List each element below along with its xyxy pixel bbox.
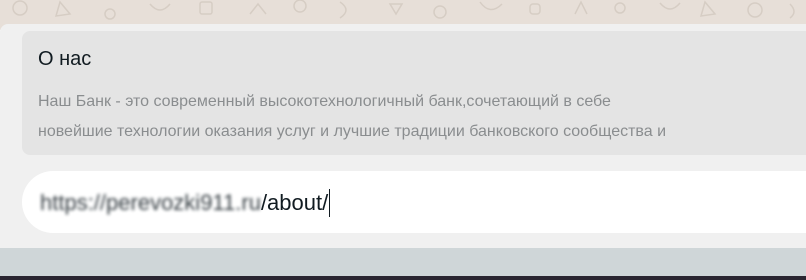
link-preview-card[interactable]: О нас Наш Банк - это современный высокот… bbox=[22, 31, 806, 155]
link-preview-description: Наш Банк - это современный высокотехноло… bbox=[38, 87, 778, 147]
message-input[interactable]: https://perevozki911.ru/about/ bbox=[22, 171, 806, 233]
message-input-value[interactable]: https://perevozki911.ru/about/ bbox=[40, 189, 331, 217]
text-caret bbox=[329, 189, 331, 217]
obscured-url-part: https://perevozki911.ru bbox=[40, 190, 261, 215]
link-preview-description-line: новейшие технологии оказания услуг и луч… bbox=[38, 123, 667, 140]
footer-strip bbox=[0, 248, 806, 276]
visible-url-part: /about/ bbox=[260, 190, 329, 215]
link-preview-description-line: Наш Банк - это современный высокотехноло… bbox=[38, 93, 611, 110]
window-bottom-edge bbox=[0, 276, 806, 280]
link-preview-title: О нас bbox=[38, 48, 92, 70]
